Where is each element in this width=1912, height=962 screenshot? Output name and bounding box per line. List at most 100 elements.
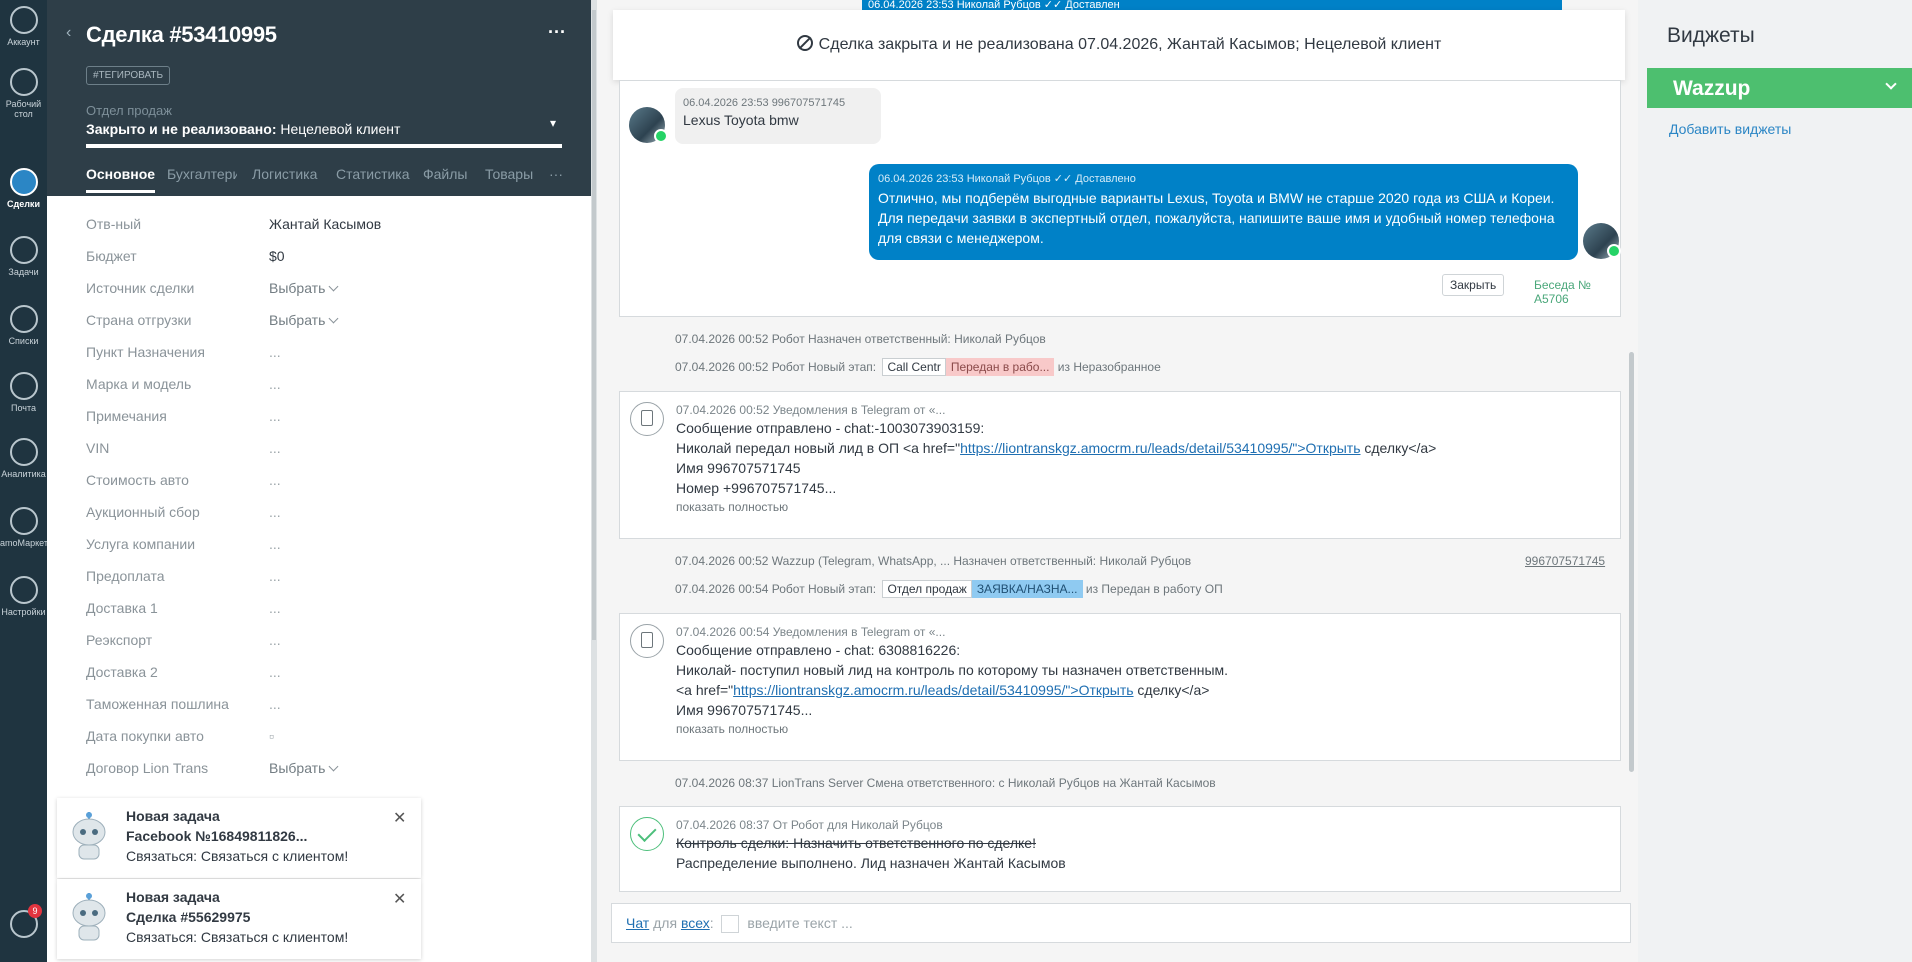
field-value[interactable]: ... xyxy=(269,344,281,360)
message-meta: 06.04.2026 23:53 996707571745 xyxy=(683,97,846,109)
field-label: Таможенная пошлина xyxy=(86,696,229,712)
calendar-icon[interactable]: ▫ xyxy=(269,728,274,744)
field-value[interactable]: ... xyxy=(269,472,281,488)
field-value[interactable]: ... xyxy=(269,440,281,456)
field-value[interactable]: ... xyxy=(269,632,281,648)
task-text: Контроль сделки: Назначить ответственног… xyxy=(676,835,1036,851)
nav-dashboard[interactable]: Рабочий стол xyxy=(0,68,47,119)
message-text: Отлично, мы подберём выгодные варианты L… xyxy=(878,190,1555,246)
show-more-link[interactable]: показать полностью xyxy=(676,720,1606,738)
chat-type-link[interactable]: Чат xyxy=(626,915,649,931)
close-conversation-button[interactable]: Закрыть xyxy=(1442,274,1505,296)
nav-account[interactable]: Аккаунт xyxy=(0,6,47,47)
back-chevron-icon[interactable]: ‹ xyxy=(66,24,71,42)
event-text: <a href=" xyxy=(676,682,734,698)
recipient-link[interactable]: всех xyxy=(681,915,710,931)
scrollbar-thumb[interactable] xyxy=(1629,352,1634,772)
field-label: Доставка 1 xyxy=(86,600,158,616)
whatsapp-icon xyxy=(1607,244,1621,258)
outgoing-message: 06.04.2026 23:53 Николай Рубцов ✓✓ Доста… xyxy=(869,164,1578,260)
widgets-title: Виджеты xyxy=(1667,24,1755,47)
event-body: 07.04.2026 08:37 От Робот для Николай Ру… xyxy=(676,817,1606,873)
close-icon[interactable]: ✕ xyxy=(393,808,406,828)
pipeline-status[interactable]: Закрыто и не реализовано: Нецелевой клие… xyxy=(86,121,400,137)
field-value[interactable]: ... xyxy=(269,536,281,552)
lead-link[interactable]: https://liontranskgz.amocrm.ru/leads/det… xyxy=(960,440,1360,456)
more-menu-icon[interactable]: ··· xyxy=(548,22,566,43)
field-value[interactable]: ... xyxy=(269,664,281,680)
nav-tasks-label: Задачи xyxy=(8,267,39,277)
field-value[interactable]: ... xyxy=(269,696,281,712)
tab-files[interactable]: Файлы xyxy=(423,166,467,182)
dashboard-icon xyxy=(9,68,38,96)
conversation-link[interactable]: Беседа № A5706 xyxy=(1534,278,1620,306)
phone-link[interactable]: 996707571745 xyxy=(1525,554,1605,568)
nav-lists[interactable]: Списки xyxy=(0,305,47,346)
composer-placeholder[interactable]: введите текст ... xyxy=(747,915,852,931)
field-label: Реэкспорт xyxy=(86,632,153,648)
event-line: Николай- поступил новый лид на контроль … xyxy=(676,662,1229,678)
chevron-down-icon[interactable] xyxy=(721,915,740,934)
wazzup-widget[interactable]: Wazzup xyxy=(1647,68,1912,108)
status-reason: Нецелевой клиент xyxy=(280,121,401,137)
field-label: Дата покупки авто xyxy=(86,728,204,744)
field-select[interactable]: Выбрать xyxy=(269,312,339,328)
field-value[interactable]: ... xyxy=(269,568,281,584)
nav-tasks[interactable]: Задачи xyxy=(0,236,47,277)
note-suffix: из Передан в работу ОП xyxy=(1085,582,1223,596)
nav-deals[interactable]: Сделки xyxy=(0,168,47,209)
toast-text: Связаться: Связаться с клиентом! xyxy=(126,929,349,945)
field-value[interactable]: ... xyxy=(269,408,281,424)
event-line: <a href="https://liontranskgz.amocrm.ru/… xyxy=(676,680,1606,700)
deals-icon xyxy=(9,168,38,196)
field-value[interactable]: ... xyxy=(269,600,281,616)
event-text: сделку</a> xyxy=(1133,682,1210,698)
field-row: Услуга компании... xyxy=(86,536,556,556)
tab-accounting[interactable]: Бухгалтери xyxy=(167,166,237,182)
settings-icon xyxy=(9,576,38,604)
field-value[interactable]: $0 xyxy=(269,248,285,264)
event-line: Имя 996707571745... xyxy=(676,702,813,718)
show-more-link[interactable]: показать полностью xyxy=(676,498,1606,516)
event-meta: 07.04.2026 08:37 От Робот для Николай Ру… xyxy=(676,818,943,832)
field-value[interactable]: ... xyxy=(269,376,281,392)
field-select[interactable]: Выбрать xyxy=(269,760,339,776)
task-toast[interactable]: Новая задача Facebook №16849811826... Св… xyxy=(57,798,421,878)
close-icon[interactable]: ✕ xyxy=(393,889,406,909)
lead-link[interactable]: https://liontranskgz.amocrm.ru/leads/det… xyxy=(733,682,1133,698)
chevron-down-icon xyxy=(328,761,339,772)
chat-card: 06.04.2026 23:53 996707571745 Lexus Toyo… xyxy=(619,80,1621,317)
tab-main[interactable]: Основное xyxy=(86,166,156,193)
chevron-down-icon[interactable]: ▾ xyxy=(550,116,556,130)
nav-market[interactable]: amoМаркет xyxy=(0,507,48,548)
field-row: Аукционный сбор... xyxy=(86,504,556,524)
nav-lists-label: Списки xyxy=(8,336,39,346)
field-select[interactable]: Выбрать xyxy=(269,280,339,296)
stage-change-note: 07.04.2026 00:52 Робот Новый этап: Call … xyxy=(675,358,1161,376)
add-widgets-link[interactable]: Добавить виджеты xyxy=(1669,121,1791,137)
tab-statistics[interactable]: Статистика xyxy=(336,166,410,182)
nav-analytics[interactable]: Аналитика xyxy=(0,438,47,479)
tab-logistics[interactable]: Логистика xyxy=(252,166,317,182)
left-nav: Аккаунт Рабочий стол Сделки Задачи Списк… xyxy=(0,0,48,962)
toast-subtitle: Сделка #55629975 xyxy=(126,909,251,925)
task-toast[interactable]: Новая задача Сделка #55629975 Связаться:… xyxy=(57,879,421,959)
message-composer[interactable]: Чат для всех: введите текст ... xyxy=(611,903,1631,943)
nav-mail[interactable]: Почта xyxy=(0,372,47,413)
nav-settings[interactable]: Настройки xyxy=(0,576,47,617)
tag-button[interactable]: #ТЕГИРОВАТЬ xyxy=(86,66,171,85)
stage-change-note: 07.04.2026 00:54 Робот Новый этап: Отдел… xyxy=(675,580,1223,598)
task-result: Распределение выполнено. Лид назначен Жа… xyxy=(676,855,1066,871)
field-value: Выбрать xyxy=(269,312,326,328)
field-value[interactable]: ... xyxy=(269,504,281,520)
analytics-icon xyxy=(9,438,38,466)
tab-products[interactable]: Товары xyxy=(485,166,533,182)
field-row: Марка и модель... xyxy=(86,376,556,396)
scrollbar-thumb[interactable] xyxy=(592,10,596,640)
tabs-more-icon[interactable]: ··· xyxy=(549,166,563,182)
field-value[interactable]: Жантай Касымов xyxy=(269,216,381,232)
composer-for: для xyxy=(653,915,678,931)
system-note: 07.04.2026 08:37 LionTrans Server Смена … xyxy=(675,776,1216,790)
message-text: Lexus Toyota bmw xyxy=(683,112,799,128)
field-row: Источник сделки Выбрать xyxy=(86,280,556,300)
